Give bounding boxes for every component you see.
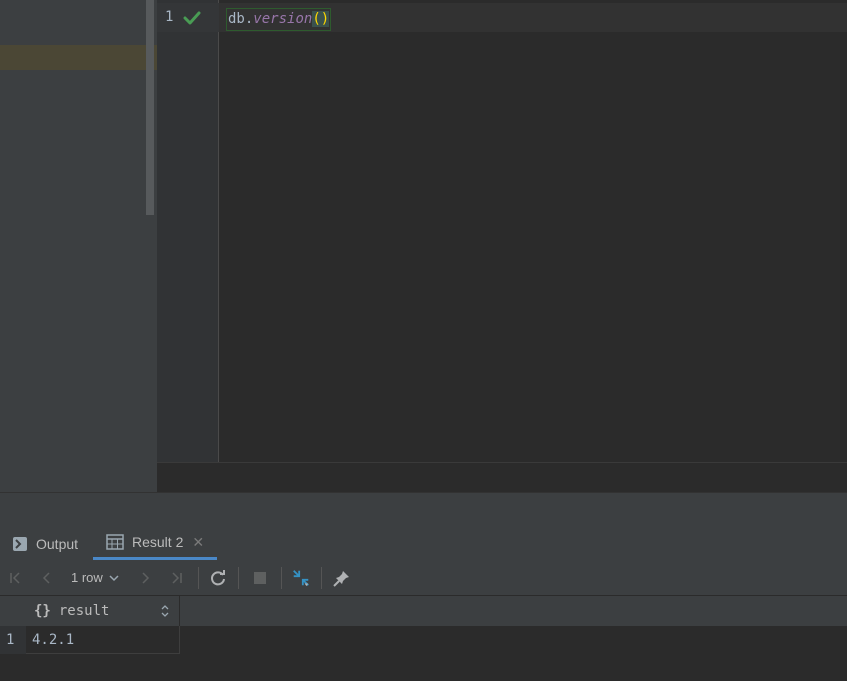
first-page-icon[interactable] [6, 568, 26, 588]
editor-gutter [157, 0, 219, 462]
prev-page-icon[interactable] [37, 568, 57, 588]
query-editor[interactable]: 1 db.version() [157, 0, 847, 492]
results-tabbar: Output Result 2 ✕ [0, 527, 847, 560]
sidebar-panel [0, 0, 157, 492]
toolbar-separator [281, 567, 282, 589]
tab-result-label: Result 2 [132, 534, 184, 550]
close-icon[interactable]: ✕ [192, 534, 204, 551]
result-grid: {} result 1 4.2.1 [0, 596, 847, 681]
column-header-result[interactable]: {} result [26, 596, 180, 626]
sidebar-selected-row[interactable] [0, 45, 157, 70]
table-cell[interactable]: 4.2.1 [26, 626, 180, 654]
check-icon [183, 11, 201, 25]
tab-output-label: Output [36, 535, 79, 552]
table-icon [106, 534, 124, 550]
sidebar-scrollbar[interactable] [146, 0, 154, 215]
editor-horizontal-scroll-area[interactable] [157, 462, 847, 492]
row-number: 1 [0, 626, 26, 654]
row-count-dropdown[interactable]: 1 row [71, 570, 119, 585]
code-method: version [253, 11, 313, 27]
chevron-down-icon [109, 574, 119, 581]
pin-icon[interactable] [332, 568, 352, 588]
tab-output[interactable]: Output [12, 527, 78, 560]
toolbar-separator [198, 567, 199, 589]
refresh-icon[interactable] [208, 568, 228, 588]
toolbar-separator [238, 567, 239, 589]
panel-divider[interactable] [0, 492, 847, 527]
console-icon [12, 536, 28, 552]
tab-result-2[interactable]: Result 2 ✕ [93, 527, 218, 560]
code-parens: () [312, 11, 330, 27]
code-line[interactable]: db.version() [226, 8, 332, 31]
last-page-icon[interactable] [166, 568, 186, 588]
code-object: db [228, 11, 245, 27]
sort-icon[interactable] [161, 604, 169, 618]
results-toolbar: 1 row [0, 560, 847, 596]
next-page-icon[interactable] [135, 568, 155, 588]
object-type-icon: {} [34, 603, 51, 619]
compare-icon[interactable] [291, 568, 311, 588]
grid-header: {} result [0, 596, 847, 626]
stop-icon[interactable] [250, 568, 270, 588]
toolbar-separator [321, 567, 322, 589]
line-number: 1 [165, 9, 174, 25]
row-count-label: 1 row [71, 570, 103, 585]
column-header-label: result [58, 603, 110, 619]
